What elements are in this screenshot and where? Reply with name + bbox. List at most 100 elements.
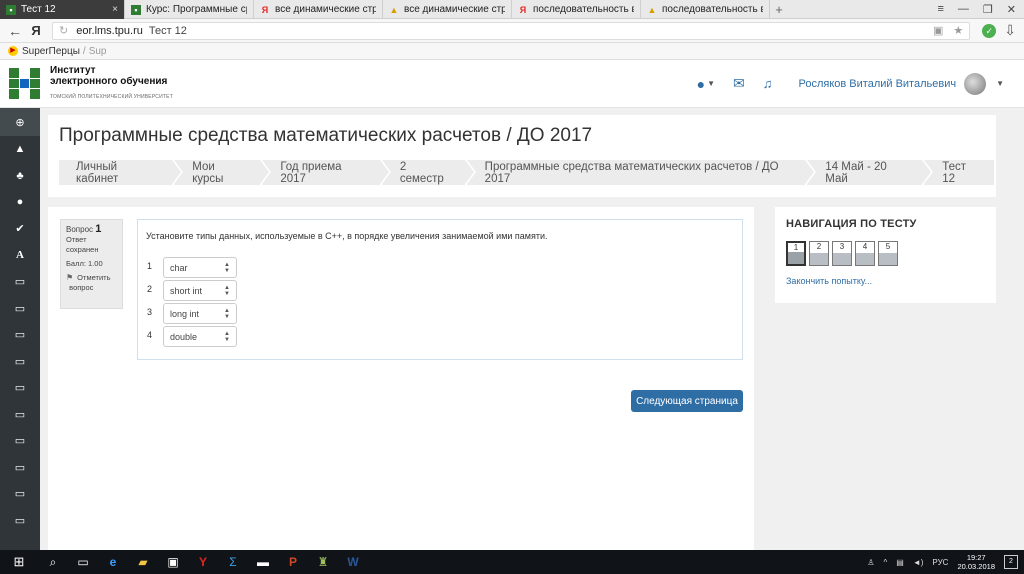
dashboard-icon[interactable]: ⊕ <box>0 108 40 136</box>
yandex-logo-icon[interactable]: Я <box>26 23 46 38</box>
answer-select[interactable]: double ▲ ▼ <box>163 326 237 347</box>
menu-icon[interactable]: ≡ <box>937 3 943 15</box>
action-center-icon[interactable]: 2 <box>1004 555 1018 569</box>
url-host: eor.lms.tpu.ru <box>76 24 143 37</box>
users-icon[interactable]: ♣ <box>0 163 40 190</box>
quiz-page-button[interactable]: 1 <box>786 241 806 266</box>
browser-tab[interactable]: ▲ все динамические структур <box>383 0 512 19</box>
question-info: Вопрос 1 Ответ сохранен Балл: 1.00 ⚑ Отм… <box>60 219 123 309</box>
browser-tab[interactable]: Я последовательность выпол <box>512 0 641 19</box>
folder-icon[interactable]: ▭ <box>0 454 40 481</box>
protect-shield-icon[interactable]: ✓ <box>982 23 997 38</box>
quiz-page-number: 4 <box>862 242 868 251</box>
download-icon[interactable]: ⇩ <box>1004 22 1016 39</box>
notifications-bell-icon[interactable]: ♫ <box>763 76 773 91</box>
font-icon[interactable]: A <box>0 242 40 269</box>
close-window-icon[interactable]: ✕ <box>1007 3 1016 16</box>
network-icon[interactable]: ▤ <box>896 558 904 567</box>
store-icon[interactable]: ▣ <box>158 550 188 574</box>
app-icon[interactable]: Σ <box>218 550 248 574</box>
quiz-page-number: 3 <box>839 242 845 251</box>
check-circle-icon[interactable]: ✔ <box>0 216 40 243</box>
tab-label: последовательность выпол <box>533 4 634 15</box>
url-field[interactable]: ↻ eor.lms.tpu.ru Тест 12 ▣ ★ <box>52 21 971 40</box>
quiz-page-button[interactable]: 2 <box>809 241 829 266</box>
flag-label-line-1: Отметить <box>77 273 111 282</box>
reader-icon[interactable]: ▣ <box>933 24 943 37</box>
reload-icon[interactable]: ↻ <box>59 24 68 37</box>
folder-icon[interactable]: ▭ <box>0 507 40 534</box>
chevron-up-icon[interactable]: ^ <box>884 558 888 567</box>
word-icon[interactable]: W <box>338 550 368 574</box>
quiz-page-button[interactable]: 3 <box>832 241 852 266</box>
graduation-cap-icon[interactable]: ▲ <box>0 136 40 163</box>
file-explorer-icon[interactable]: ▰ <box>128 550 158 574</box>
logo-line-3: ТОМСКИЙ ПОЛИТЕХНИЧЕСКИЙ УНИВЕРСИТЕТ <box>50 93 173 100</box>
browser-tab[interactable]: ▲ последовательность выпол <box>641 0 770 19</box>
close-tab-icon[interactable]: × <box>112 4 118 15</box>
bookmark-sub-label[interactable]: Sup <box>89 46 107 57</box>
moodle-favicon-icon: ▪ <box>6 4 16 15</box>
breadcrumb-item[interactable]: 14 Май - 20 Май <box>807 160 934 185</box>
folder-icon[interactable]: ▭ <box>0 481 40 508</box>
browser-tab[interactable]: ▪ Тест 12 × <box>0 0 125 19</box>
answer-select[interactable]: short int ▲ ▼ <box>163 280 237 301</box>
answer-select[interactable]: long int ▲ ▼ <box>163 303 237 324</box>
laptop-icon[interactable]: ▬ <box>248 550 278 574</box>
answer-select-value: double <box>170 331 198 342</box>
flag-question-button[interactable]: ⚑ Отметить вопрос <box>66 273 117 293</box>
language-menu[interactable]: ● ▼ <box>697 76 715 92</box>
bookmark-label[interactable]: SuperПерцы <box>22 46 80 57</box>
star-icon[interactable]: ★ <box>953 24 963 37</box>
logo-line-2: электронного обучения <box>50 75 168 87</box>
breadcrumb-item[interactable]: Тест 12 <box>924 160 994 185</box>
tab-label: все динамические структур <box>275 4 376 15</box>
answer-row: 3 long int ▲ ▼ <box>147 303 237 324</box>
browser-tab[interactable]: ▪ Курс: Программные средст <box>125 0 254 19</box>
folder-icon[interactable]: ▭ <box>0 295 40 322</box>
windows-start-icon[interactable]: ⊞ <box>0 550 38 574</box>
person-icon[interactable]: ♙ <box>867 558 874 567</box>
folder-icon[interactable]: ▭ <box>0 401 40 428</box>
folder-icon[interactable]: ▭ <box>0 375 40 402</box>
powerpoint-icon[interactable]: P <box>278 550 308 574</box>
question-label: Вопрос <box>66 225 94 234</box>
answer-select[interactable]: char ▲ ▼ <box>163 257 237 278</box>
quiz-page-button[interactable]: 5 <box>878 241 898 266</box>
keyboard-language[interactable]: РУС <box>932 558 948 567</box>
search-icon[interactable]: ⌕ <box>38 550 68 574</box>
folder-icon[interactable]: ▭ <box>0 269 40 296</box>
user-menu-chevron-icon[interactable]: ▼ <box>996 79 1004 88</box>
question-text: Установите типы данных, используемые в С… <box>146 231 548 241</box>
select-arrows-icon: ▲ ▼ <box>224 308 230 320</box>
folder-icon[interactable]: ▭ <box>0 348 40 375</box>
quiz-page-button[interactable]: 4 <box>855 241 875 266</box>
edge-browser-icon[interactable]: e <box>98 550 128 574</box>
next-page-button[interactable]: Следующая страница <box>631 390 743 412</box>
minimize-icon[interactable]: — <box>958 3 969 15</box>
browser-tab[interactable]: Я все динамические структур <box>254 0 383 19</box>
folder-icon[interactable]: ▭ <box>0 322 40 349</box>
site-logo[interactable]: Институт электронного обучения ТОМСКИЙ П… <box>9 65 173 103</box>
finish-attempt-link[interactable]: Закончить попытку... <box>786 276 872 286</box>
task-view-icon[interactable]: ▭ <box>68 550 98 574</box>
folder-icon[interactable]: ▭ <box>0 428 40 455</box>
circle-icon[interactable]: ● <box>0 189 40 216</box>
clock[interactable]: 19:27 20.03.2018 <box>957 553 995 571</box>
breadcrumb-item[interactable]: Программные средства математических расч… <box>466 160 816 185</box>
breadcrumb-item[interactable]: 2 семестр <box>381 160 476 185</box>
breadcrumb-item[interactable]: Мои курсы <box>174 160 272 185</box>
breadcrumb-item[interactable]: Личный кабинет <box>59 160 184 185</box>
yandex-browser-icon[interactable]: Y <box>188 550 218 574</box>
game-icon[interactable]: ♜ <box>308 550 338 574</box>
maximize-icon[interactable]: ❐ <box>983 3 993 16</box>
volume-icon[interactable]: ◄) <box>913 558 924 567</box>
hat-favicon-icon: ▲ <box>647 4 657 15</box>
new-tab-button[interactable]: + <box>770 0 788 19</box>
window-controls: ≡ — ❐ ✕ <box>937 0 1024 18</box>
avatar[interactable] <box>964 72 987 95</box>
breadcrumb-item[interactable]: Год приема 2017 <box>262 160 391 185</box>
user-name[interactable]: Росляков Виталий Витальевич <box>799 78 957 90</box>
back-arrow-icon[interactable]: ← <box>8 23 26 39</box>
messages-icon[interactable]: ✉ <box>733 75 745 92</box>
